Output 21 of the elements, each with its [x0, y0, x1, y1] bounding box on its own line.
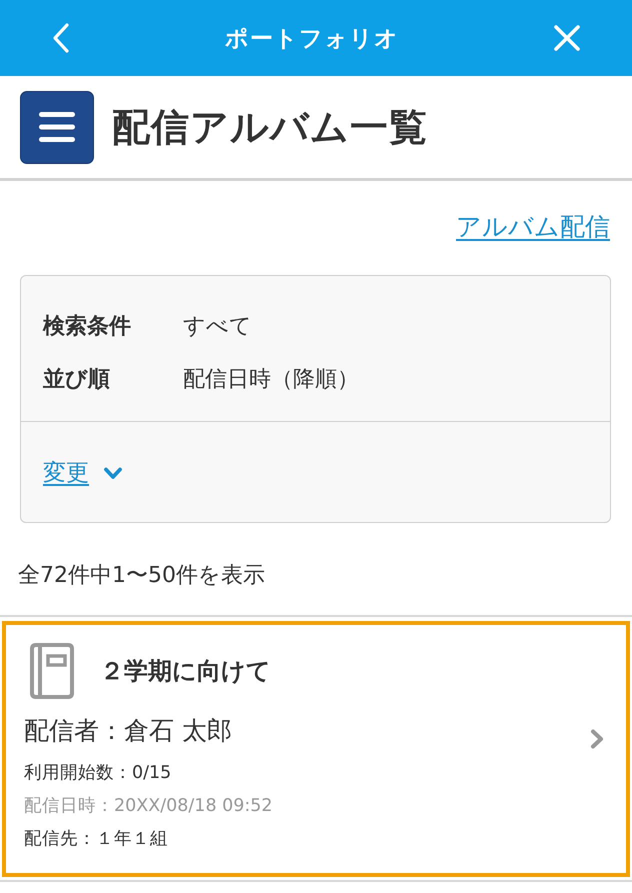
album-item[interactable]: ２学期に向けて 配信者：倉石 太郎 利用開始数：0/15 配信日時：20XX/08/18 09:52 配信先：１年１組: [2, 621, 630, 877]
book-icon: [28, 642, 76, 698]
close-icon: [554, 25, 580, 51]
change-link[interactable]: 変更: [43, 456, 89, 488]
result-count: 全72件中1〜50件を表示: [18, 562, 266, 590]
filter-value: 配信日時（降順）: [183, 366, 359, 394]
header-title: ポートフォリオ: [225, 24, 399, 54]
album-detail: 利用開始数：0/15: [24, 762, 172, 784]
back-chevron-icon: [52, 23, 70, 53]
chevron-right-icon: [590, 729, 604, 749]
album-title: ２学期に向けて: [100, 656, 271, 686]
page-title: 配信アルバム一覧: [112, 104, 428, 150]
filter-label: 並び順: [43, 366, 111, 394]
album-detail: 配信先：１年１組: [24, 828, 169, 850]
filter-value: すべて: [183, 313, 252, 341]
menu-icon: [39, 112, 75, 142]
album-sender: 配信者：倉石 太郎: [24, 714, 233, 746]
album-detail: 配信日時：20XX/08/18 09:52: [24, 794, 274, 818]
distribute-album-link[interactable]: アルバム配信: [456, 211, 610, 247]
filter-label: 検索条件: [43, 313, 132, 341]
menu-button[interactable]: [20, 90, 94, 164]
